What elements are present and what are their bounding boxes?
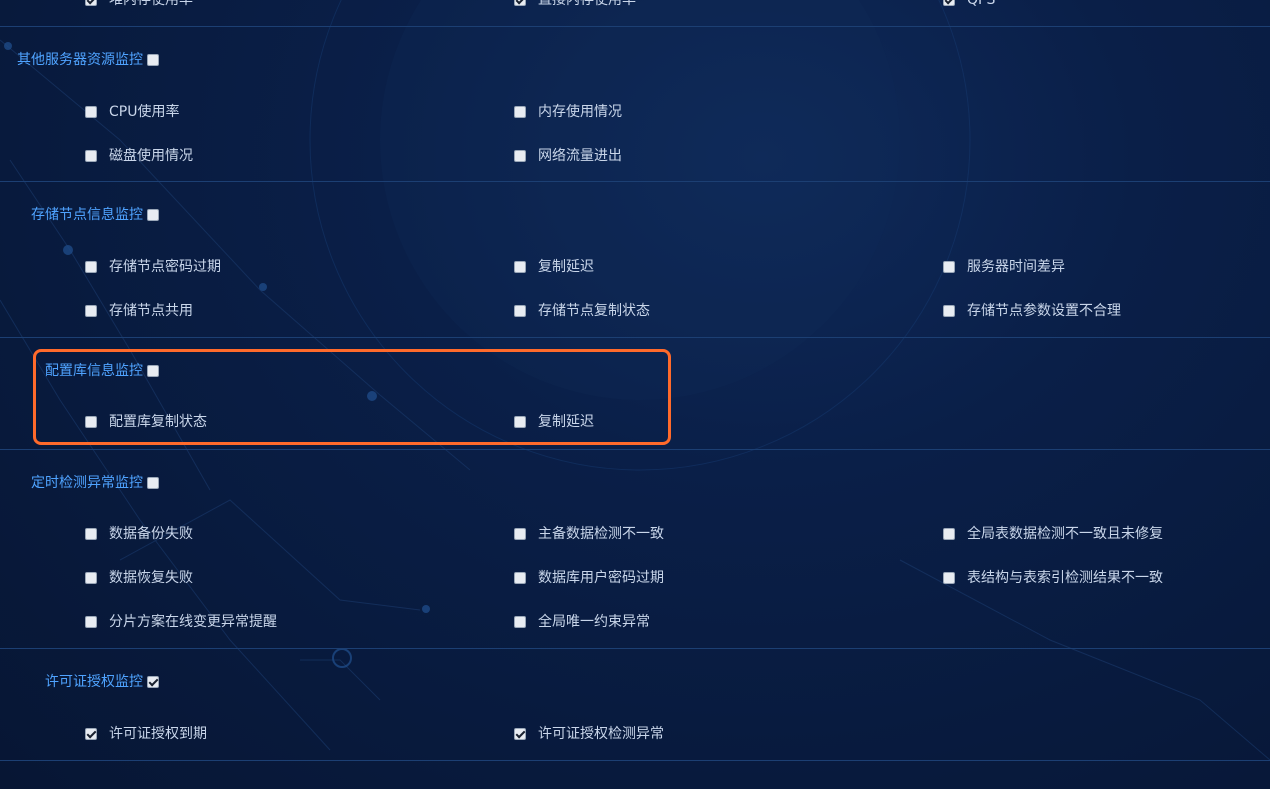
section-title-scheduled-check[interactable]: 定时检测异常监控 <box>31 475 159 491</box>
checkbox-disk-usage[interactable]: 磁盘使用情况 <box>85 148 193 164</box>
checkbox-label: 主备数据检测不一致 <box>538 526 664 542</box>
checkbox-icon[interactable] <box>514 616 526 628</box>
section-title-storage-node[interactable]: 存储节点信息监控 <box>31 207 159 223</box>
checkbox-restore-failed[interactable]: 数据恢复失败 <box>85 570 193 586</box>
checkbox-label: 全局唯一约束异常 <box>538 614 650 630</box>
checkbox-icon[interactable] <box>514 572 526 584</box>
checkbox-icon[interactable] <box>85 528 97 540</box>
section-title-label: 许可证授权监控 <box>45 674 143 690</box>
checkbox-label: CPU使用率 <box>109 104 180 120</box>
checkbox-label: QPS <box>967 0 996 8</box>
checkbox-icon[interactable] <box>514 261 526 273</box>
section-license: 许可证授权监控 许可证授权到期 许可证授权检测异常 <box>0 649 1270 761</box>
section-title-server-resources[interactable]: 其他服务器资源监控 <box>17 52 159 68</box>
checkbox-icon[interactable] <box>85 305 97 317</box>
checkbox-label: 内存使用情况 <box>538 104 622 120</box>
checkbox-label: 磁盘使用情况 <box>109 148 193 164</box>
checkbox-label: 存储节点密码过期 <box>109 259 221 275</box>
checkbox-license-check-abnormal[interactable]: 许可证授权检测异常 <box>514 726 664 742</box>
checkbox-master-slave-inconsistent[interactable]: 主备数据检测不一致 <box>514 526 664 542</box>
checkbox-icon[interactable] <box>943 305 955 317</box>
checkbox-icon[interactable] <box>514 305 526 317</box>
checkbox-icon[interactable] <box>85 150 97 162</box>
section-title-label: 其他服务器资源监控 <box>17 52 143 68</box>
checkbox-label: 复制延迟 <box>538 259 594 275</box>
checkbox-replication-delay[interactable]: 复制延迟 <box>514 259 594 275</box>
checkbox-label: 网络流量进出 <box>538 148 622 164</box>
section-scheduled-check: 定时检测异常监控 数据备份失败 主备数据检测不一致 全局表数据检测不一致且未修复… <box>0 450 1270 649</box>
checkbox-storage-replication-status[interactable]: 存储节点复制状态 <box>514 303 650 319</box>
checkbox-icon[interactable] <box>943 261 955 273</box>
checkbox-direct-memory[interactable]: 直接内存使用率 <box>514 0 636 8</box>
highlight-annotation-box <box>33 349 671 445</box>
checkbox-icon[interactable] <box>85 572 97 584</box>
section-checkbox-icon[interactable] <box>147 209 159 221</box>
checkbox-label: 表结构与表索引检测结果不一致 <box>967 570 1163 586</box>
checkbox-icon[interactable] <box>85 106 97 118</box>
checkbox-label: 服务器时间差异 <box>967 259 1065 275</box>
checkbox-label: 存储节点共用 <box>109 303 193 319</box>
checkbox-icon[interactable] <box>85 0 97 6</box>
checkbox-icon[interactable] <box>943 528 955 540</box>
checkbox-backup-failed[interactable]: 数据备份失败 <box>85 526 193 542</box>
checkbox-icon[interactable] <box>943 0 955 6</box>
checkbox-icon[interactable] <box>85 728 97 740</box>
checkbox-global-unique-constraint[interactable]: 全局唯一约束异常 <box>514 614 650 630</box>
section-jvm-partial: 堆内存使用率 直接内存使用率 QPS <box>0 0 1270 27</box>
checkbox-storage-password-expire[interactable]: 存储节点密码过期 <box>85 259 221 275</box>
checkbox-global-table-inconsistent[interactable]: 全局表数据检测不一致且未修复 <box>943 526 1163 542</box>
section-checkbox-icon[interactable] <box>147 54 159 66</box>
checkbox-label: 直接内存使用率 <box>538 0 636 8</box>
checkbox-schema-index-inconsistent[interactable]: 表结构与表索引检测结果不一致 <box>943 570 1163 586</box>
checkbox-icon[interactable] <box>514 728 526 740</box>
checkbox-label: 存储节点参数设置不合理 <box>967 303 1121 319</box>
checkbox-label: 数据备份失败 <box>109 526 193 542</box>
checkbox-icon[interactable] <box>514 106 526 118</box>
section-checkbox-icon[interactable] <box>147 477 159 489</box>
checkbox-label: 堆内存使用率 <box>109 0 193 8</box>
section-storage-node: 存储节点信息监控 存储节点密码过期 复制延迟 服务器时间差异 存储节点共用 存储… <box>0 182 1270 338</box>
checkbox-db-user-password-expire[interactable]: 数据库用户密码过期 <box>514 570 664 586</box>
checkbox-label: 全局表数据检测不一致且未修复 <box>967 526 1163 542</box>
checkbox-server-time-diff[interactable]: 服务器时间差异 <box>943 259 1065 275</box>
checkbox-sharding-change-alert[interactable]: 分片方案在线变更异常提醒 <box>85 614 277 630</box>
section-title-label: 定时检测异常监控 <box>31 475 143 491</box>
checkbox-label: 数据库用户密码过期 <box>538 570 664 586</box>
checkbox-network-traffic[interactable]: 网络流量进出 <box>514 148 622 164</box>
checkbox-storage-params-unreasonable[interactable]: 存储节点参数设置不合理 <box>943 303 1121 319</box>
checkbox-qps[interactable]: QPS <box>943 0 995 8</box>
checkbox-label: 存储节点复制状态 <box>538 303 650 319</box>
checkbox-icon[interactable] <box>514 150 526 162</box>
section-checkbox-icon[interactable] <box>147 676 159 688</box>
checkbox-heap-memory[interactable]: 堆内存使用率 <box>85 0 193 8</box>
checkbox-memory-usage[interactable]: 内存使用情况 <box>514 104 622 120</box>
checkbox-icon[interactable] <box>514 528 526 540</box>
checkbox-icon[interactable] <box>85 261 97 273</box>
section-title-license[interactable]: 许可证授权监控 <box>45 674 159 690</box>
section-server-resources: 其他服务器资源监控 CPU使用率 内存使用情况 磁盘使用情况 网络流量进出 <box>0 26 1270 182</box>
checkbox-label: 数据恢复失败 <box>109 570 193 586</box>
checkbox-label: 许可证授权检测异常 <box>538 726 664 742</box>
checkbox-label: 许可证授权到期 <box>109 726 207 742</box>
checkbox-storage-shared[interactable]: 存储节点共用 <box>85 303 193 319</box>
checkbox-license-expire[interactable]: 许可证授权到期 <box>85 726 207 742</box>
checkbox-label: 分片方案在线变更异常提醒 <box>109 614 277 630</box>
section-title-label: 存储节点信息监控 <box>31 207 143 223</box>
checkbox-icon[interactable] <box>514 0 526 6</box>
checkbox-icon[interactable] <box>85 616 97 628</box>
checkbox-cpu-usage[interactable]: CPU使用率 <box>85 104 179 120</box>
checkbox-icon[interactable] <box>943 572 955 584</box>
